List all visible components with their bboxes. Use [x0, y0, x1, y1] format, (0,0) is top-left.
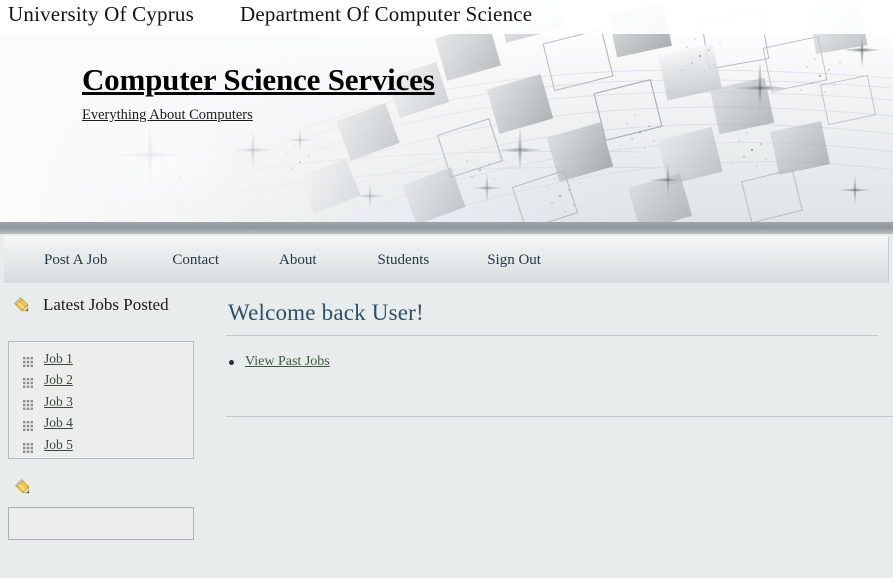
sidebar-job-link-1[interactable]: Job 1	[44, 351, 73, 367]
sidebar-heading-label: Latest Jobs Posted	[43, 295, 169, 314]
grid-icon	[23, 418, 33, 432]
sidebar-job-link-4[interactable]: Job 4	[44, 415, 73, 431]
sidebar-text-input[interactable]	[8, 507, 194, 540]
grid-icon	[23, 440, 33, 453]
grid-icon	[23, 397, 33, 410]
nav-item-about[interactable]: About	[277, 252, 319, 269]
main-navigation: Post A Job Contact About Students Sign O…	[4, 236, 889, 283]
sidebar-job-link-5[interactable]: Job 5	[44, 437, 73, 453]
sidebar-job-link-3[interactable]: Job 3	[44, 394, 73, 410]
nav-item-contact[interactable]: Contact	[170, 252, 221, 269]
list-item[interactable]: Job 5	[9, 434, 193, 456]
nav-item-students[interactable]: Students	[376, 252, 432, 269]
latest-jobs-box: Job 1 Job 2 Job 3 Job 4 Job 5	[8, 341, 194, 459]
site-tagline: Everything About Computers	[82, 107, 253, 123]
pencil-icon	[13, 296, 32, 315]
site-banner: University Of Cyprus Department Of Compu…	[0, 0, 893, 222]
grid-icon	[23, 375, 33, 389]
list-item[interactable]: Job 4	[9, 413, 193, 435]
department-name: Department Of Computer Science	[240, 2, 533, 26]
main-content: Welcome back User! View Past Jobs	[226, 296, 893, 417]
list-item[interactable]: View Past Jobs	[226, 351, 886, 373]
banner-divider-band	[0, 222, 893, 234]
site-title: Computer Science Services	[82, 62, 435, 97]
bullet-icon	[229, 359, 234, 365]
nav-item-sign-out[interactable]: Sign Out	[485, 252, 543, 269]
sidebar-job-link-2[interactable]: Job 2	[44, 372, 73, 388]
nav-item-post-a-job[interactable]: Post A Job	[42, 252, 109, 269]
list-item[interactable]: Job 2	[9, 370, 193, 392]
divider-bottom	[226, 416, 893, 417]
view-past-jobs-link[interactable]: View Past Jobs	[245, 354, 330, 370]
sidebar-heading: Latest Jobs Posted	[0, 292, 210, 318]
university-name: University Of Cyprus	[8, 2, 194, 26]
sidebar: Latest Jobs Posted Job 1 Job 2 Job 3 Job…	[0, 292, 210, 540]
main-link-list: View Past Jobs	[226, 351, 886, 373]
list-item[interactable]: Job 3	[9, 391, 193, 413]
list-item[interactable]: Job 1	[9, 348, 193, 370]
grid-icon	[23, 354, 33, 367]
page-title: Welcome back User!	[228, 300, 424, 325]
divider-top	[226, 335, 878, 336]
pencil-icon	[14, 478, 33, 497]
institution-titles: University Of Cyprus Department Of Compu…	[8, 2, 708, 27]
